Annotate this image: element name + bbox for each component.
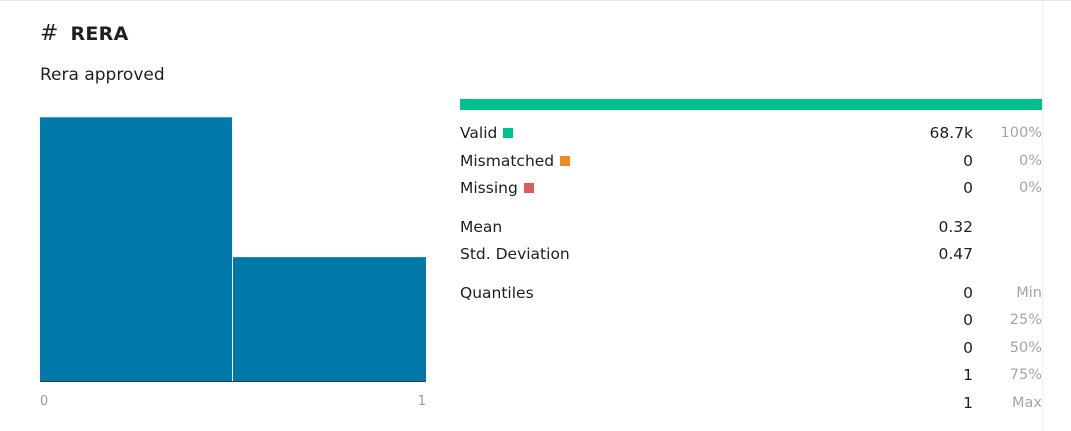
stat-row-quantile: 0 50% [460, 337, 1042, 359]
std-label: Std. Deviation [460, 245, 570, 263]
x-tick-label: 1 [418, 394, 426, 409]
quantile-label: 25% [1009, 312, 1042, 328]
valid-count: 68.7k [929, 124, 974, 142]
stat-row-quantile: Quantiles 0 Min [460, 282, 1042, 304]
histogram-bar [40, 117, 232, 382]
stat-row-mismatched: Mismatched 0 0% [460, 150, 1042, 172]
stat-row-quantile: 1 75% [460, 364, 1042, 386]
mismatched-label: Mismatched [460, 152, 555, 170]
valid-swatch [503, 128, 514, 138]
stat-row-std: Std. Deviation 0.47 [460, 243, 1042, 265]
mean-value: 0.32 [938, 218, 973, 236]
missing-percent: 0% [1018, 180, 1042, 196]
quantile-label: Min [1016, 285, 1042, 301]
quantile-value: 0 [963, 311, 973, 329]
missing-label: Missing [460, 179, 518, 197]
missing-swatch [523, 183, 534, 193]
quantiles-label: Quantiles [460, 284, 534, 302]
quantile-value: 1 [963, 366, 973, 384]
stat-row-quantile: 0 25% [460, 309, 1042, 331]
valid-proportion-bar [460, 99, 1042, 110]
missing-count: 0 [963, 179, 973, 197]
valid-percent: 100% [1000, 125, 1042, 141]
quantile-label: 75% [1009, 367, 1042, 383]
quantile-value: 1 [963, 394, 973, 412]
std-value: 0.47 [938, 245, 973, 263]
quantile-value: 0 [963, 284, 973, 302]
stat-row-valid: Valid 68.7k 100% [460, 122, 1042, 144]
quantile-label: 50% [1009, 340, 1042, 356]
mismatched-swatch [560, 156, 571, 166]
valid-label: Valid [460, 124, 498, 142]
quantile-label: Max [1012, 395, 1042, 411]
mean-label: Mean [460, 218, 503, 236]
mismatched-count: 0 [963, 152, 973, 170]
stat-row-missing: Missing 0 0% [460, 177, 1042, 199]
histogram-bar [233, 257, 426, 382]
x-tick-label: 0 [40, 394, 48, 409]
stat-row-mean: Mean 0.32 [460, 216, 1042, 238]
right-divider [1042, 0, 1043, 431]
stat-row-quantile: 1 Max [460, 392, 1042, 414]
quantile-value: 0 [963, 339, 973, 357]
histogram-chart: 0 1 [40, 117, 426, 409]
mismatched-percent: 0% [1018, 153, 1042, 169]
